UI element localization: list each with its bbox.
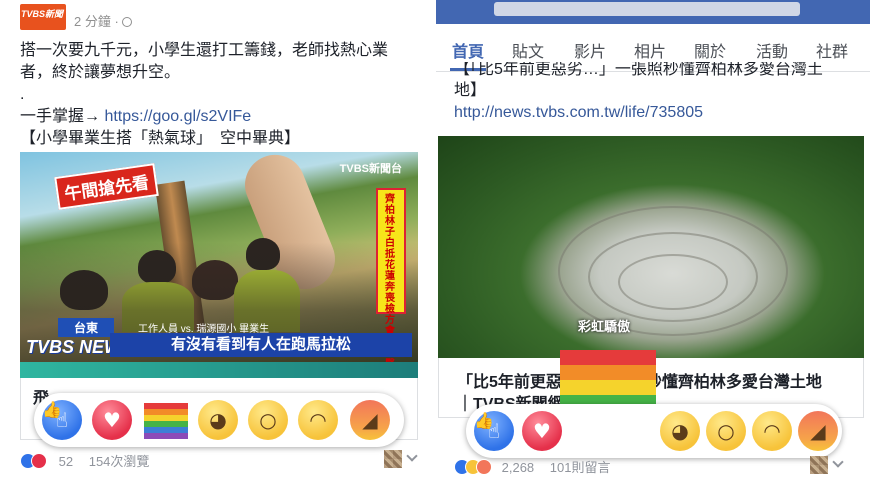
angry-reaction-icon[interactable]: ◢ <box>798 411 838 451</box>
sad-reaction-icon[interactable]: ◠ <box>752 411 792 451</box>
love-reaction-icon[interactable]: ♥ <box>522 411 562 451</box>
surprised-face-icon: ○ <box>717 419 735 443</box>
angry-face-icon: ◢ <box>810 419 826 443</box>
surprised-face-icon: ○ <box>259 408 277 432</box>
search-input[interactable] <box>494 2 800 16</box>
reaction-count: 52 <box>58 454 74 469</box>
laughing-face-icon: ◕ <box>209 408 227 432</box>
angry-reaction-icon[interactable]: ◢ <box>350 400 390 440</box>
love-reaction-icon[interactable]: ♥ <box>92 400 132 440</box>
reaction-count: 2,268 <box>501 460 535 475</box>
pride-reaction-icon[interactable] <box>144 403 188 439</box>
link-card-title-end: 秒懂齊柏林多愛台灣土地 <box>645 374 822 391</box>
reaction-summary[interactable]: 2,268 101則留言 <box>454 457 611 476</box>
haha-reaction-icon[interactable]: ◕ <box>660 411 700 451</box>
side-banner: 齊柏林子白抵花蓮奔喪 檢方會同法醫上午驗屍 <box>376 188 406 378</box>
heart-icon: ♥ <box>103 408 121 432</box>
sad-face-icon: ◠ <box>763 419 781 443</box>
post-time-label: 2 分鐘 · <box>74 14 119 29</box>
tab-posts[interactable]: 貼文 <box>512 38 544 62</box>
like-reaction-icon[interactable]: ☝ <box>474 411 514 451</box>
sad-face-icon: ◠ <box>309 408 327 432</box>
heart-icon: ♥ <box>533 419 551 443</box>
post-text: 搭一次要九千元，小學生還打工籌錢，老師找熱心業 者，終於讓夢想升空。 . 一手掌… <box>20 40 424 150</box>
thumbs-up-icon: ☝ <box>55 408 69 432</box>
angry-mini-icon <box>476 459 492 475</box>
quarry-terrace <box>618 254 728 310</box>
post-line: 【小學畢業生搭「熱氣球」 空中畢典】 <box>20 130 301 147</box>
tab-videos[interactable]: 影片 <box>574 38 606 62</box>
reaction-bar: ☝ ♥ ◕ ○ ◠ ◢ <box>34 393 404 447</box>
tab-about[interactable]: 關於 <box>694 38 726 62</box>
viewer-avatar[interactable] <box>810 456 828 474</box>
angry-face-icon: ◢ <box>362 408 378 432</box>
post-line: 搭一次要九千元，小學生還打工籌錢，老師找熱心業 <box>20 42 389 59</box>
chevron-down-icon[interactable] <box>406 450 418 462</box>
video-subtitle: 有沒有看到有人在跑馬拉松 <box>110 333 412 357</box>
video-thumbnail[interactable]: 午間搶先看 TVBS新聞台 齊柏林子白抵花蓮奔喪 檢方會同法醫上午驗屍 台東 工… <box>20 152 418 378</box>
post-image[interactable]: 彩虹驕傲 <box>438 136 864 358</box>
reaction-bar: ☝ ♥ ◕ ○ ◠ ◢ <box>466 404 842 458</box>
globe-icon <box>121 17 132 27</box>
page-avatar[interactable]: TVBS新聞 <box>20 4 66 30</box>
love-mini-icon <box>31 453 47 469</box>
post-line: 者，終於讓夢想升空。 <box>20 64 181 81</box>
tvbs-logo-text: TVBS新聞 <box>20 9 63 19</box>
post-line-prefix: 一手掌握→ <box>20 108 105 125</box>
comment-count: 101則留言 <box>549 460 611 475</box>
wow-reaction-icon[interactable]: ○ <box>706 411 746 451</box>
post-time[interactable]: 2 分鐘 · <box>74 11 132 30</box>
news-strip <box>20 362 418 378</box>
tab-events[interactable]: 活動 <box>756 38 788 62</box>
image-caption: 彩虹驕傲 <box>578 319 631 334</box>
like-reaction-icon[interactable]: ☝ <box>42 400 82 440</box>
reaction-summary[interactable]: 52 154次瀏覽 <box>20 451 149 470</box>
post-line: 一手掌握→ https://goo.gl/s2VIFe <box>20 106 424 128</box>
left-post: TVBS新聞 2 分鐘 · 搭一次要九千元，小學生還打工籌錢，老師找熱心業 者，… <box>0 0 436 489</box>
viewer-avatar[interactable] <box>384 450 402 468</box>
tab-community[interactable]: 社群 <box>816 38 848 62</box>
haha-reaction-icon[interactable]: ◕ <box>198 400 238 440</box>
tab-photos[interactable]: 相片 <box>634 38 666 62</box>
location-tag: 台東 <box>58 318 115 337</box>
chevron-down-icon[interactable] <box>832 456 844 468</box>
post-link[interactable]: http://news.tvbs.com.tw/life/735805 <box>454 104 703 122</box>
post-line: 地】 <box>454 82 487 99</box>
post-line: 【「比5年前更惡劣…」一張照秒懂齊柏林多愛台灣土 <box>454 62 858 80</box>
right-post: 首頁 貼文 影片 相片 關於 活動 社群 【「比5年前更惡劣…」一張照秒懂齊柏林… <box>436 0 870 489</box>
link-card-title-start: 「比5年前更惡 <box>457 374 562 391</box>
view-count: 154次瀏覽 <box>88 454 150 469</box>
thumbs-up-icon: ☝ <box>487 419 501 443</box>
sad-reaction-icon[interactable]: ◠ <box>298 400 338 440</box>
post-line: . <box>20 86 25 103</box>
tab-home[interactable]: 首頁 <box>452 38 484 62</box>
post-link[interactable]: https://goo.gl/s2VIFe <box>104 108 251 125</box>
wow-reaction-icon[interactable]: ○ <box>248 400 288 440</box>
laughing-face-icon: ◕ <box>671 419 689 443</box>
channel-watermark: TVBS新聞台 <box>339 163 402 175</box>
post-line-partial: 【「比5年前更惡劣…」一張照秒懂齊柏林多愛台灣土 <box>454 62 823 78</box>
top-bar <box>436 0 870 24</box>
